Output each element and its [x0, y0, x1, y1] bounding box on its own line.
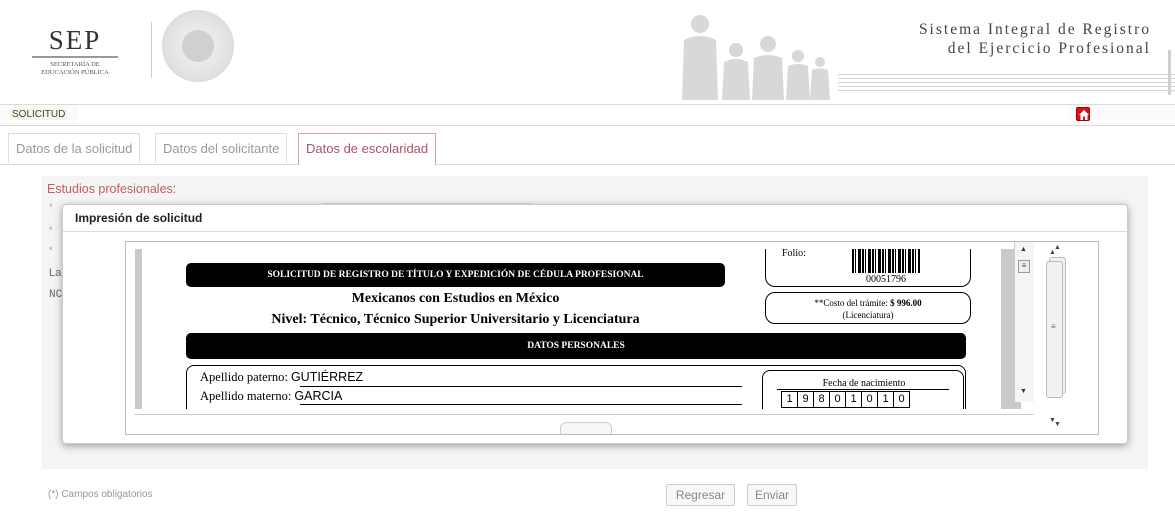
- apellido-materno-row: Apellido materno: GARCIA: [200, 389, 342, 404]
- breadcrumb-bar: SOLICITUD: [0, 104, 1175, 126]
- tab-datos-escolaridad[interactable]: Datos de escolaridad: [298, 133, 437, 165]
- frame-divider: [134, 414, 1034, 415]
- costo-box: **Costo del trámite: $ 996.00 (Licenciat…: [765, 292, 971, 324]
- scroll-down-icon[interactable]: ▼: [1020, 388, 1027, 395]
- scroll-thumb[interactable]: ≡: [1018, 260, 1030, 273]
- pdf-margin-left: [135, 249, 142, 409]
- birthdate-digit: 0: [893, 391, 910, 408]
- apellido-materno-value: GARCIA: [294, 389, 343, 403]
- folio-label: Folio:: [782, 249, 806, 259]
- birthdate-digit: 1: [877, 391, 894, 408]
- logo-divider: [151, 22, 152, 78]
- pdf-inner-scrollbar[interactable]: ▲ ≡ ▼: [1014, 242, 1034, 402]
- scroll-down-icon[interactable]: ▼: [1049, 417, 1056, 424]
- scroll-up-icon[interactable]: ▲: [1020, 246, 1027, 253]
- pdf-page: SOLICITUD DE REGISTRO DE TÍTULO Y EXPEDI…: [135, 249, 1022, 409]
- birthdate-digit: 1: [781, 391, 798, 408]
- pdf-subtitle-1: Mexicanos con Estudios en México: [351, 291, 560, 306]
- logo-subtitle-1: SECRETARÍA DE: [50, 61, 100, 68]
- personal-data-box: Apellido paterno: GUTIÉRREZ Apellido mat…: [186, 365, 966, 409]
- app-header: SEP SECRETARÍA DE EDUCACIÓN PÚBLICA Sist…: [0, 0, 1175, 100]
- required-marker: *: [49, 202, 53, 212]
- folio-box: Folio: 00051796: [765, 249, 971, 287]
- modal-title: Impresión de solicitud: [75, 211, 203, 225]
- section-personal-header: DATOS PERSONALES: [186, 333, 966, 359]
- national-seal-icon: [162, 10, 234, 82]
- field-underline: [300, 404, 742, 405]
- costo-label: **Costo del trámite:: [814, 298, 888, 308]
- breadcrumb-fill: [78, 105, 1068, 125]
- people-silhouette-icon: [682, 15, 830, 100]
- costo-note: (Licenciatura): [842, 310, 894, 320]
- folio-number: 00051796: [866, 274, 906, 285]
- birthdate-box: Fecha de nacimiento 1 9 8 0 1 0 1 0: [762, 370, 964, 409]
- scroll-grip-icon: ≡: [1051, 322, 1056, 331]
- section-title: Estudios profesionales:: [47, 182, 177, 196]
- header-decor-lines: [838, 74, 1175, 94]
- home-icon[interactable]: [1076, 107, 1090, 121]
- required-marker: *: [49, 245, 53, 255]
- logo-subtitle-2: EDUCACIÓN PÚBLICA: [41, 69, 109, 76]
- required-marker: *: [49, 225, 53, 235]
- pdf-main-title: SOLICITUD DE REGISTRO DE TÍTULO Y EXPEDI…: [186, 263, 725, 287]
- partial-value: NC: [49, 289, 63, 301]
- tab-datos-solicitante[interactable]: Datos del solicitante: [155, 133, 288, 163]
- partial-label: La: [49, 267, 62, 279]
- sep-logo: SEP SECRETARÍA DE EDUCACIÓN PÚBLICA: [20, 26, 130, 77]
- page-nav-tab[interactable]: [560, 422, 612, 434]
- send-button[interactable]: Enviar: [747, 484, 797, 506]
- page-scrollbar[interactable]: ▲ ≡ ▼: [1046, 245, 1064, 435]
- birthdate-underline: [777, 389, 949, 390]
- pdf-viewer-frame[interactable]: SOLICITUD DE REGISTRO DE TÍTULO Y EXPEDI…: [125, 241, 1099, 435]
- apellido-paterno-value: GUTIÉRREZ: [290, 370, 364, 384]
- birthdate-digit: 0: [861, 391, 878, 408]
- apellido-materno-label: Apellido materno:: [200, 389, 292, 403]
- birthdate-digit: 8: [813, 391, 830, 408]
- scroll-up-icon[interactable]: ▲: [1049, 249, 1056, 256]
- apellido-paterno-row: Apellido paterno: GUTIÉRREZ: [200, 370, 363, 385]
- tab-bar: Datos de la solicitud Datos del solicita…: [0, 133, 1175, 165]
- birthdate-digit: 1: [845, 391, 862, 408]
- system-title-line-2: del Ejercicio Profesional: [947, 40, 1151, 57]
- sep-logo-text: SEP: [48, 25, 102, 55]
- system-title-line-1: Sistema Integral de Registro: [918, 21, 1151, 38]
- apellido-paterno-label: Apellido paterno:: [200, 370, 288, 384]
- system-title: Sistema Integral de Registro del Ejercic…: [919, 20, 1151, 58]
- header-right-bar: [1168, 50, 1171, 95]
- birthdate-digits: 1 9 8 0 1 0 1 0: [781, 391, 910, 408]
- costo-value: $ 996.00: [890, 298, 922, 308]
- birthdate-digit: 0: [829, 391, 846, 408]
- logo-underline: [32, 56, 118, 58]
- field-underline: [300, 386, 742, 387]
- pdf-subtitle-2: Nivel: Técnico, Técnico Superior Univers…: [271, 312, 640, 327]
- page-scroll-thumb[interactable]: ≡: [1046, 261, 1063, 398]
- barcode-icon: [852, 249, 920, 273]
- tab-datos-solicitud[interactable]: Datos de la solicitud: [8, 133, 141, 163]
- breadcrumb-label: SOLICITUD: [10, 109, 68, 120]
- back-button[interactable]: Regresar: [666, 484, 735, 506]
- required-fields-note: (*) Campos obligatorios: [48, 489, 153, 500]
- modal-divider: [63, 231, 1127, 232]
- birthdate-label: Fecha de nacimiento: [822, 378, 906, 389]
- print-modal: Impresión de solicitud SOLICITUD DE REGI…: [62, 204, 1128, 444]
- birthdate-digit: 9: [797, 391, 814, 408]
